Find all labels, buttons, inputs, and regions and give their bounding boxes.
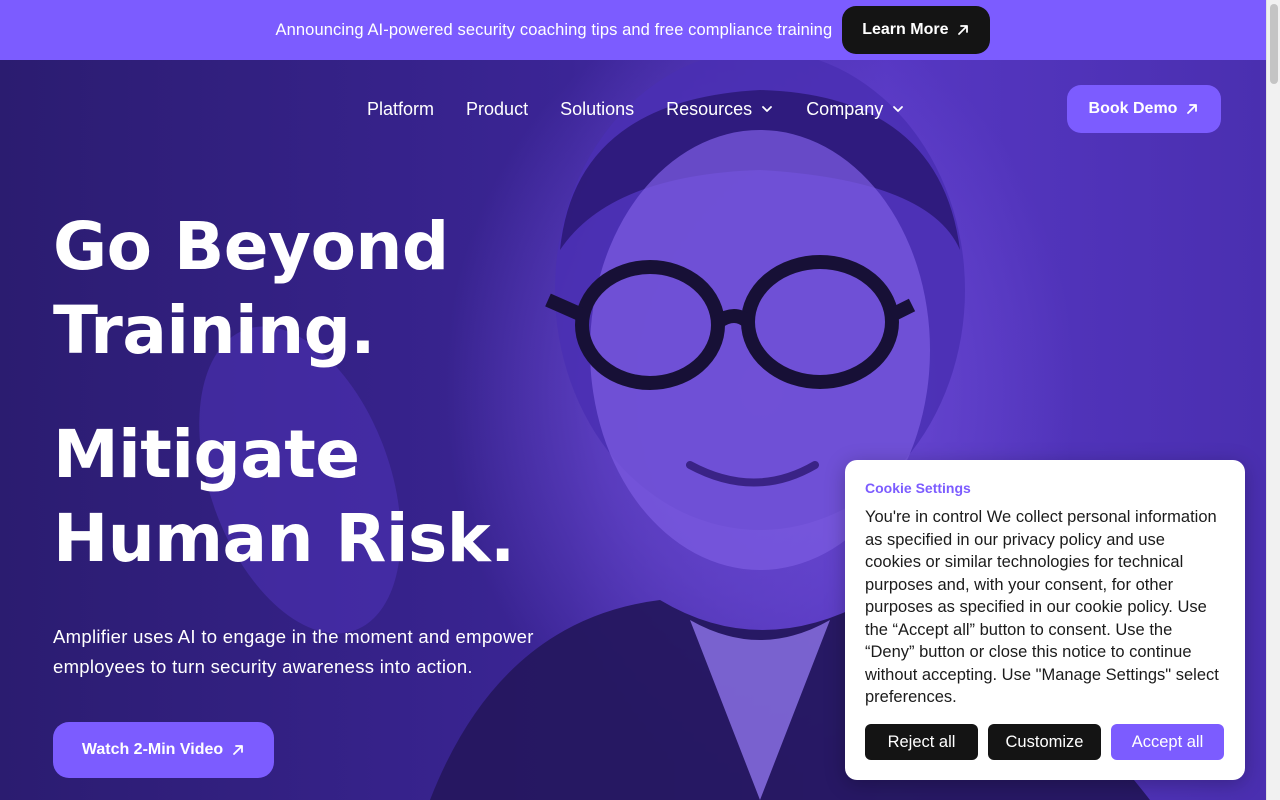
nav-item-company[interactable]: Company (806, 99, 905, 120)
nav-item-label: Company (806, 98, 884, 119)
scrollbar-thumb[interactable] (1270, 4, 1278, 84)
arrow-up-right-icon (956, 23, 970, 37)
nav-item-label: Platform (367, 98, 435, 119)
learn-more-label: Learn More (862, 21, 949, 38)
hero-subtext: Amplifier uses AI to engage in the momen… (53, 626, 534, 677)
arrow-up-right-icon (1185, 102, 1199, 116)
headline-line: Human Risk. (53, 500, 515, 577)
learn-more-button[interactable]: Learn More (842, 6, 991, 54)
watch-video-button[interactable]: Watch 2-Min Video (53, 722, 274, 778)
cookie-settings-panel: Cookie Settings You're in control We col… (845, 460, 1245, 780)
announcement-bar: Announcing AI-powered security coaching … (0, 0, 1266, 60)
chevron-down-icon (893, 106, 904, 112)
book-demo-label: Book Demo (1088, 100, 1178, 117)
announcement-text: Announcing AI-powered security coaching … (275, 20, 833, 39)
cookie-button-row: Reject all Customize Accept all (865, 724, 1224, 760)
nav-links: Platform Product Solutions Resources Com… (367, 85, 905, 133)
cookie-panel-title: Cookie Settings (865, 480, 971, 496)
customize-button[interactable]: Customize (988, 724, 1101, 760)
headline-line: Mitigate (53, 416, 360, 493)
nav-item-label: Solutions (560, 98, 635, 119)
watch-video-label: Watch 2-Min Video (81, 741, 224, 758)
headline-line: Training. (53, 292, 375, 369)
cookie-panel-body: You're in control We collect personal in… (865, 508, 1219, 706)
book-demo-button[interactable]: Book Demo (1067, 85, 1221, 133)
page-scrollbar[interactable] (1266, 0, 1280, 800)
headline-line: Go Beyond (53, 208, 449, 285)
headline-spacer (53, 373, 515, 413)
nav-item-solutions[interactable]: Solutions (560, 99, 634, 120)
nav-item-platform[interactable]: Platform (367, 99, 434, 120)
arrow-up-right-icon (231, 743, 245, 757)
chevron-down-icon (762, 106, 773, 112)
nav-item-resources[interactable]: Resources (666, 99, 774, 120)
nav-item-label: Resources (666, 98, 753, 119)
main-nav: Platform Product Solutions Resources Com… (0, 85, 1266, 133)
nav-item-label: Product (466, 98, 529, 119)
reject-all-button[interactable]: Reject all (865, 724, 978, 760)
hero-headline: Go Beyond Training. Mitigate Human Risk. (53, 205, 515, 581)
nav-item-product[interactable]: Product (466, 99, 528, 120)
accept-all-button[interactable]: Accept all (1111, 724, 1224, 760)
